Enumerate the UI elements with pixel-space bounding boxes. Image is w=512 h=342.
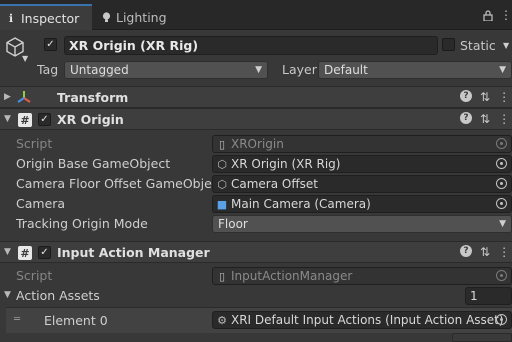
object-picker-icon[interactable]	[496, 158, 507, 169]
script-file-icon: ▯	[218, 137, 226, 151]
preset-sliders-icon[interactable]: ⇅	[480, 90, 490, 104]
static-dropdown-arrow-icon[interactable]: ▼	[503, 41, 509, 50]
tracking-origin-mode-label: Tracking Origin Mode	[16, 216, 148, 231]
script-field: ▯ InputActionManager	[212, 267, 512, 285]
tab-bar: ℹ Inspector Lighting ⋮	[0, 0, 512, 30]
object-picker-icon[interactable]	[496, 314, 507, 325]
origin-base-value: XR Origin (XR Rig)	[231, 157, 341, 171]
lightbulb-icon	[101, 11, 111, 22]
script-value: InputActionManager	[231, 269, 353, 283]
kebab-menu-icon[interactable]: ⋮	[498, 90, 510, 104]
camera-value: Main Camera (Camera)	[231, 197, 371, 211]
script-hash-icon: #	[18, 113, 32, 127]
tracking-origin-mode-dropdown[interactable]: Floor ▼	[212, 215, 512, 233]
chevron-down-icon: ▼	[499, 219, 506, 229]
element-0-field[interactable]: ⚙ XRI Default Input Actions (Input Actio…	[212, 311, 512, 329]
xr-origin-enabled-checkbox[interactable]: ✓	[38, 113, 51, 126]
origin-base-label: Origin Base GameObject	[16, 156, 171, 171]
list-item: ═ Element 0 ⚙ XRI Default Input Actions …	[6, 307, 512, 333]
object-picker-icon[interactable]	[496, 178, 507, 189]
tracking-origin-mode-value: Floor	[218, 217, 248, 231]
icon-dropdown-arrow-icon[interactable]: ▼	[22, 54, 28, 63]
kebab-menu-icon[interactable]: ⋮	[498, 112, 510, 126]
kebab-menu-icon[interactable]: ⋮	[500, 8, 512, 22]
object-picker-icon	[496, 270, 507, 281]
fold-arrow-icon[interactable]: ▼	[4, 114, 11, 124]
kebab-menu-icon[interactable]: ⋮	[498, 245, 510, 259]
gameobject-name-field[interactable]: XR Origin (XR Rig)	[64, 36, 438, 55]
xr-origin-title: XR Origin	[57, 112, 124, 127]
action-assets-size-field[interactable]: 1	[465, 287, 512, 305]
script-field: ▯ XROrigin	[212, 135, 512, 153]
origin-base-field[interactable]: ⬡ XR Origin (XR Rig)	[212, 155, 512, 173]
camera-floor-offset-value: Camera Offset	[231, 177, 318, 191]
tab-lighting[interactable]: Lighting	[98, 4, 178, 30]
transform-axes-icon	[16, 89, 32, 108]
preset-sliders-icon[interactable]: ⇅	[480, 112, 490, 126]
layer-label: Layer	[282, 62, 317, 77]
script-value: XROrigin	[231, 137, 284, 151]
action-assets-fold-arrow-icon[interactable]: ▼	[4, 290, 11, 300]
script-file-icon: ▯	[218, 269, 226, 283]
object-picker-icon	[496, 138, 507, 149]
tag-label: Tag	[37, 62, 59, 77]
tag-value: Untagged	[70, 63, 129, 77]
drag-handle-icon[interactable]: ═	[14, 314, 20, 325]
transform-title: Transform	[57, 90, 129, 105]
input-action-asset-icon: ⚙	[217, 313, 227, 327]
camera-label: Camera	[16, 196, 66, 211]
preset-sliders-icon[interactable]: ⇅	[480, 245, 490, 259]
chevron-down-icon: ▼	[255, 65, 262, 75]
active-checkbox[interactable]: ✓	[44, 38, 57, 51]
script-label: Script	[16, 268, 53, 283]
help-icon[interactable]: ?	[460, 245, 472, 257]
object-picker-icon[interactable]	[496, 198, 507, 209]
element-0-value: XRI Default Input Actions (Input Action …	[231, 313, 504, 327]
fold-arrow-icon[interactable]: ▶	[4, 92, 11, 102]
list-add-remove-footer[interactable]	[452, 333, 512, 342]
static-label: Static	[460, 38, 496, 53]
layer-value: Default	[324, 63, 368, 77]
input-action-manager-enabled-checkbox[interactable]: ✓	[38, 246, 51, 259]
tab-inspector-label: Inspector	[21, 10, 80, 26]
script-hash-icon: #	[18, 246, 32, 260]
static-checkbox[interactable]	[442, 38, 455, 51]
camera-floor-offset-label: Camera Floor Offset GameObject	[16, 176, 224, 191]
info-icon: ℹ	[8, 11, 14, 25]
input-action-manager-component-header[interactable]: ▼ # ✓ Input Action Manager ? ⇅ ⋮	[0, 241, 512, 263]
transform-header-icons: ? ⇅ ⋮	[460, 90, 510, 104]
transform-component-header[interactable]: ▶ Transform ? ⇅ ⋮	[0, 86, 512, 108]
xr-origin-header-icons: ? ⇅ ⋮	[460, 112, 510, 126]
camera-icon: ■	[216, 197, 228, 211]
action-assets-label: Action Assets	[16, 288, 100, 303]
chevron-down-icon: ▼	[499, 65, 506, 75]
camera-field[interactable]: ■ Main Camera (Camera)	[212, 195, 512, 213]
input-action-manager-title: Input Action Manager	[57, 245, 210, 260]
xr-origin-component-header[interactable]: ▼ # ✓ XR Origin ? ⇅ ⋮	[0, 108, 512, 130]
gameobject-icon: ⬡	[217, 157, 227, 171]
tab-lighting-label: Lighting	[116, 9, 167, 25]
lock-icon[interactable]	[483, 10, 493, 24]
gameobject-icon: ⬡	[217, 177, 227, 191]
tag-dropdown[interactable]: Untagged ▼	[64, 61, 268, 79]
help-icon[interactable]: ?	[460, 90, 472, 102]
camera-floor-offset-field[interactable]: ⬡ Camera Offset	[212, 175, 512, 193]
element-0-label: Element 0	[44, 313, 108, 328]
layer-dropdown[interactable]: Default ▼	[318, 61, 512, 79]
help-icon[interactable]: ?	[460, 112, 472, 124]
fold-arrow-icon[interactable]: ▼	[4, 247, 11, 257]
script-label: Script	[16, 136, 53, 151]
input-action-manager-header-icons: ? ⇅ ⋮	[460, 245, 510, 259]
tab-inspector[interactable]: ℹ Inspector	[0, 4, 92, 30]
